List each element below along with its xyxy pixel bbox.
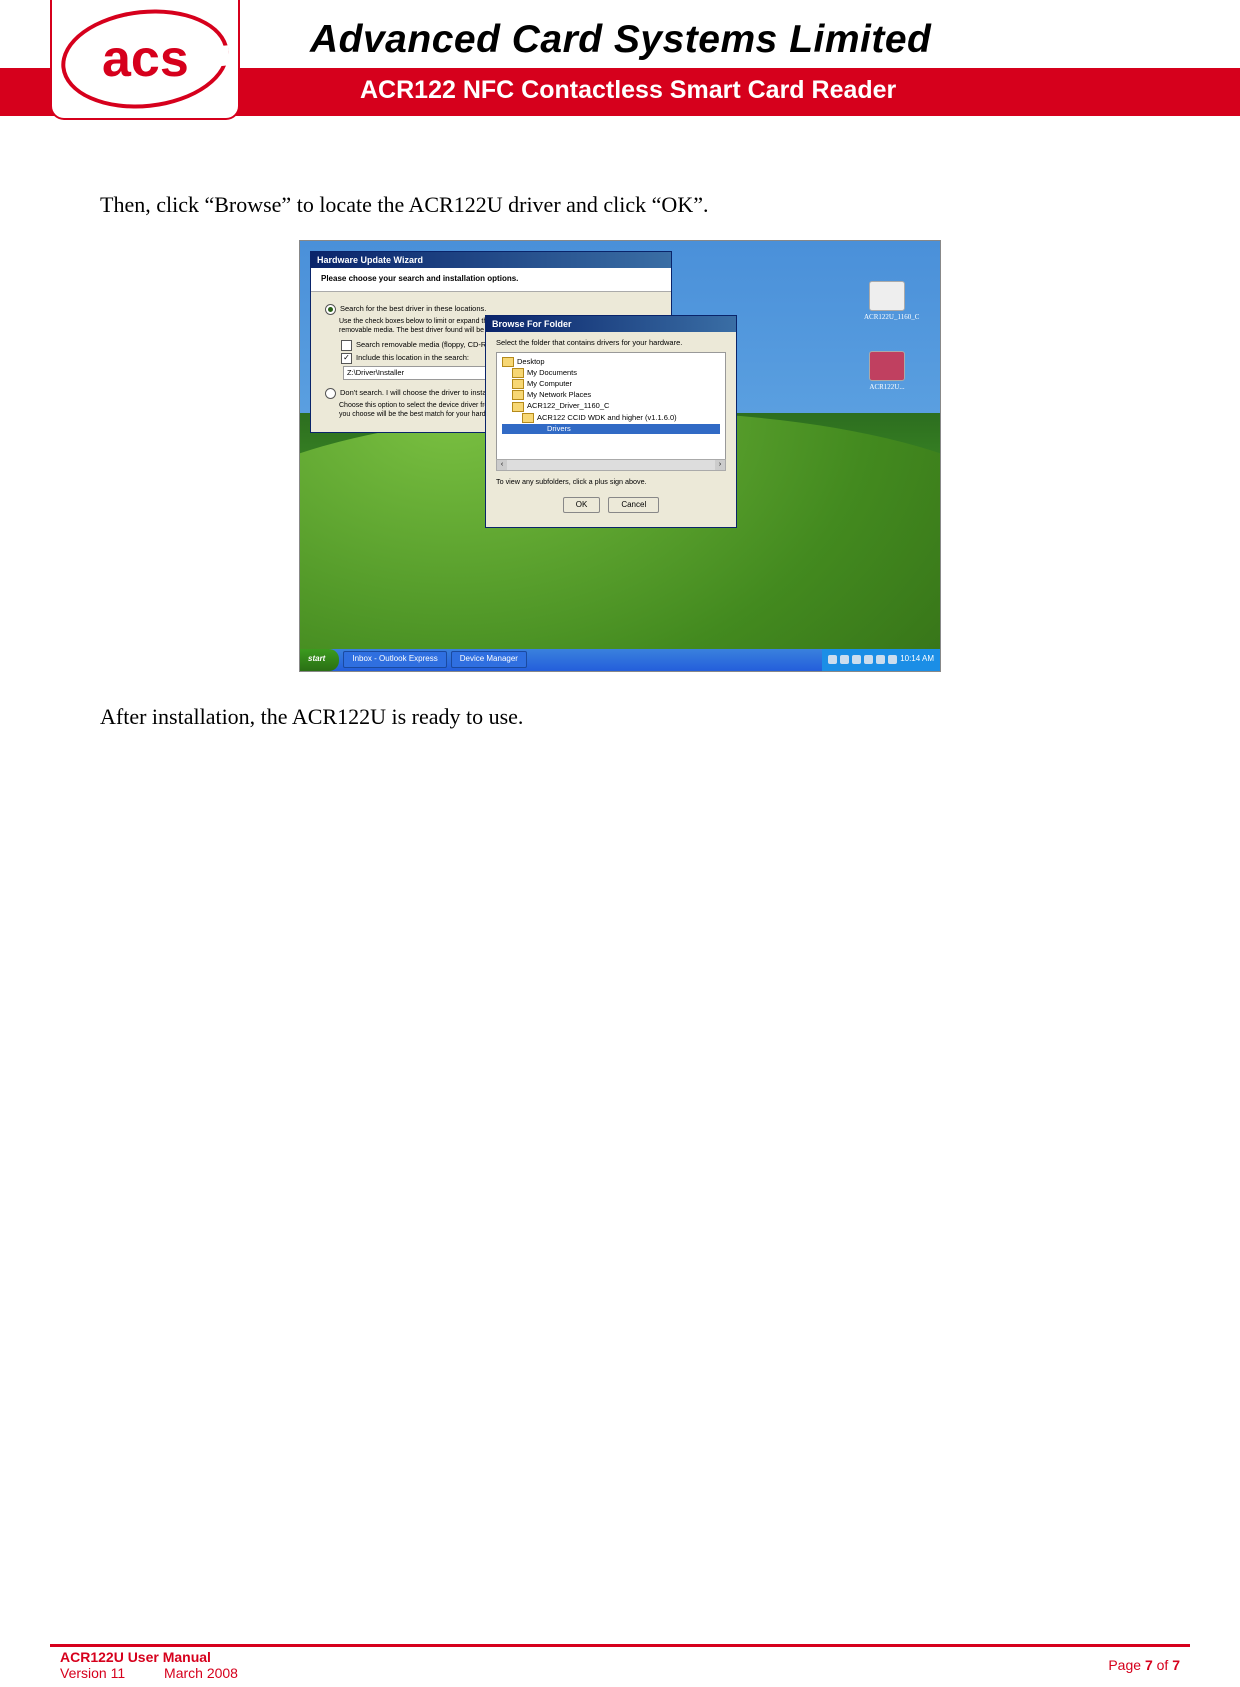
tree-scrollbar[interactable]: ‹› bbox=[496, 459, 726, 471]
desktop-icon-folder: ACR122U_1160_C bbox=[864, 281, 910, 322]
desktop-icon-label: ACR122U... bbox=[869, 383, 904, 391]
checkbox-icon[interactable] bbox=[341, 340, 352, 351]
windows-taskbar: start Inbox - Outlook Express Device Man… bbox=[300, 649, 940, 671]
wizard-option-label: Search for the best driver in these loca… bbox=[340, 304, 486, 314]
radio-icon[interactable] bbox=[325, 388, 336, 399]
tree-node-documents[interactable]: My Documents bbox=[502, 368, 720, 378]
folder-icon bbox=[512, 368, 524, 378]
page-total: 7 bbox=[1172, 1657, 1180, 1673]
footer-title: ACR122U User Manual bbox=[60, 1649, 238, 1665]
tray-clock: 10:14 AM bbox=[900, 654, 934, 665]
page-current: 7 bbox=[1145, 1657, 1153, 1673]
tree-node-driverfolder[interactable]: ACR122_Driver_1160_C bbox=[502, 401, 720, 411]
tree-label: My Network Places bbox=[527, 390, 591, 400]
desktop-icon-label: ACR122U_1160_C bbox=[864, 313, 919, 321]
wizard-heading: Please choose your search and installati… bbox=[311, 268, 671, 292]
checkbox-icon[interactable] bbox=[341, 353, 352, 364]
start-button[interactable]: start bbox=[300, 649, 339, 671]
folder-icon bbox=[512, 402, 524, 412]
footer-left: ACR122U User Manual Version 11 March 200… bbox=[60, 1649, 238, 1681]
footer-version: Version 11 March 2008 bbox=[60, 1665, 238, 1681]
page-content: Then, click “Browse” to locate the ACR12… bbox=[0, 120, 1240, 731]
logo-oval: acs bbox=[56, 1, 233, 116]
page-label: Page bbox=[1108, 1657, 1145, 1673]
tray-icon[interactable] bbox=[852, 655, 861, 664]
folder-icon bbox=[522, 413, 534, 423]
browse-folder-dialog: Browse For Folder Select the folder that… bbox=[485, 315, 737, 529]
tree-label: My Computer bbox=[527, 379, 572, 389]
page-header: acs Advanced Card Systems Limited ACR122… bbox=[0, 0, 1240, 120]
scroll-right-icon[interactable]: › bbox=[715, 460, 725, 470]
logo-badge: acs bbox=[50, 0, 240, 120]
tree-node-network[interactable]: My Network Places bbox=[502, 390, 720, 400]
wizard-option-search: Search for the best driver in these loca… bbox=[325, 304, 657, 315]
folder-tree[interactable]: Desktop My Documents My Computer My Netw… bbox=[496, 352, 726, 460]
browse-body: Select the folder that contains drivers … bbox=[486, 332, 736, 528]
wizard-path-input[interactable]: Z:\Driver\Installer bbox=[343, 366, 491, 380]
scroll-left-icon[interactable]: ‹ bbox=[497, 460, 507, 470]
tree-node-desktop[interactable]: Desktop bbox=[502, 357, 720, 367]
footer-date: March 2008 bbox=[164, 1665, 238, 1681]
system-tray: 10:14 AM bbox=[822, 649, 940, 671]
taskbar-item-outlook[interactable]: Inbox - Outlook Express bbox=[343, 651, 446, 668]
browse-hint: Select the folder that contains drivers … bbox=[496, 338, 726, 348]
footer-page: Page 7 of 7 bbox=[1108, 1657, 1180, 1673]
folder-icon bbox=[502, 357, 514, 367]
tray-icon[interactable] bbox=[888, 655, 897, 664]
browse-buttons: OK Cancel bbox=[496, 493, 726, 522]
desktop-icon-archive: ACR122U... bbox=[864, 351, 910, 392]
folder-icon bbox=[512, 390, 524, 400]
radio-icon[interactable] bbox=[325, 304, 336, 315]
page-of: of bbox=[1153, 1657, 1172, 1673]
tree-label: ACR122_Driver_1160_C bbox=[527, 401, 609, 411]
tree-label: Drivers bbox=[547, 424, 571, 434]
tree-node-ccid[interactable]: ACR122 CCID WDK and higher (v1.1.6.0) bbox=[502, 413, 720, 423]
footer-version-label: Version 11 bbox=[60, 1665, 125, 1681]
cancel-button[interactable]: Cancel bbox=[608, 497, 659, 514]
paragraph-2: After installation, the ACR122U is ready… bbox=[100, 702, 1140, 732]
taskbar-item-devmgr[interactable]: Device Manager bbox=[451, 651, 527, 668]
wizard-option-label: Don't search. I will choose the driver t… bbox=[340, 388, 492, 398]
company-name: Advanced Card Systems Limited bbox=[310, 18, 931, 62]
paragraph-1: Then, click “Browse” to locate the ACR12… bbox=[100, 190, 1140, 220]
ok-button[interactable]: OK bbox=[563, 497, 601, 514]
product-subtitle: ACR122 NFC Contactless Smart Card Reader bbox=[360, 76, 896, 105]
checkbox-label: Include this location in the search: bbox=[356, 353, 469, 363]
folder-icon bbox=[512, 379, 524, 389]
folder-icon bbox=[869, 281, 905, 311]
tray-icon[interactable] bbox=[876, 655, 885, 664]
tree-label: My Documents bbox=[527, 368, 577, 378]
wizard-titlebar: Hardware Update Wizard bbox=[311, 252, 671, 268]
tray-icon[interactable] bbox=[840, 655, 849, 664]
tree-node-drivers[interactable]: Drivers bbox=[502, 424, 720, 434]
start-label: start bbox=[308, 654, 325, 665]
tree-label: ACR122 CCID WDK and higher (v1.1.6.0) bbox=[537, 413, 677, 423]
folder-icon bbox=[532, 424, 544, 434]
browse-note: To view any subfolders, click a plus sig… bbox=[496, 477, 726, 487]
footer-divider bbox=[50, 1644, 1190, 1647]
tray-icon[interactable] bbox=[864, 655, 873, 664]
tray-icon[interactable] bbox=[828, 655, 837, 664]
logo-text: acs bbox=[102, 29, 189, 89]
archive-icon bbox=[869, 351, 905, 381]
screenshot-figure: ACR122U_1160_C ACR122U... Hardware Updat… bbox=[299, 240, 941, 672]
browse-titlebar: Browse For Folder bbox=[486, 316, 736, 332]
tree-label: Desktop bbox=[517, 357, 545, 367]
tree-node-computer[interactable]: My Computer bbox=[502, 379, 720, 389]
